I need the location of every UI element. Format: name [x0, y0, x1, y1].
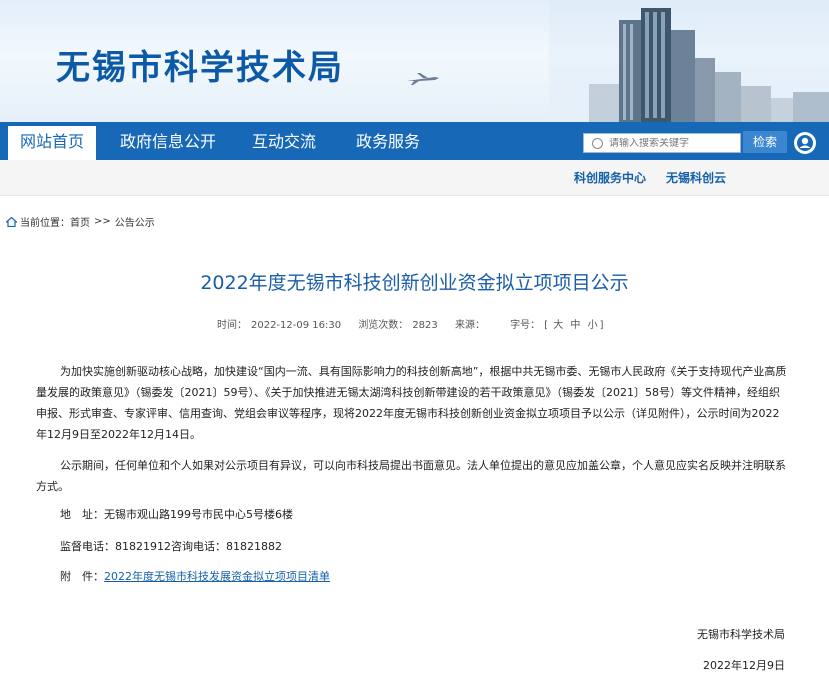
font-size-large[interactable]: 大: [553, 320, 563, 331]
article-paragraph-1: 为加快实施创新驱动核心战略，加快建设“国内一流、具有国际影响力的科技创新高地”，…: [36, 365, 787, 441]
nav-home[interactable]: 网站首页: [8, 123, 96, 163]
breadcrumb-separator: >>: [94, 216, 111, 227]
search-icon: [592, 137, 603, 149]
breadcrumb-prefix: 当前位置：: [20, 218, 70, 229]
header-banner: 无锡市科学技术局: [0, 0, 829, 122]
nav-interaction[interactable]: 互动交流: [236, 124, 332, 162]
sub-nav: 科创服务中心 无锡科创云: [0, 160, 829, 196]
subnav-link-service-center[interactable]: 科创服务中心: [574, 160, 646, 196]
home-icon: [6, 216, 17, 227]
meta-time-label: 时间：: [217, 320, 247, 331]
main-nav: 网站首页 政府信息公开 互动交流 政务服务 检索: [0, 122, 829, 163]
airplane-icon: [407, 73, 439, 85]
nav-gov-info[interactable]: 政府信息公开: [110, 124, 226, 162]
font-size-control: 字号：[ 大 中 小]: [510, 320, 604, 331]
breadcrumb-current[interactable]: 公告公示: [115, 214, 155, 229]
search-box: [583, 133, 741, 153]
attachment-label: 附 件：: [60, 570, 104, 583]
article-meta: 时间： 2022-12-09 16:30 浏览次数： 2823 来源： 字号：[ 大…: [217, 316, 608, 331]
skyline-image: [549, 0, 829, 122]
accessibility-icon[interactable]: [794, 132, 816, 154]
search-input[interactable]: [609, 137, 729, 149]
phone-line: 监督电话：81821912咨询电话：81821882: [60, 540, 282, 553]
subnav-link-innovation-cloud[interactable]: 无锡科创云: [666, 160, 726, 196]
site-title: 无锡市科学技术局: [56, 48, 344, 88]
nav-services[interactable]: 政务服务: [340, 124, 436, 162]
meta-views-value: 2823: [412, 320, 438, 331]
address-line: 地 址：无锡市观山路199号市民中心5号楼6楼: [60, 506, 293, 522]
signature-date: 2022年12月9日: [703, 659, 785, 672]
address-label: 地 址：: [60, 508, 104, 521]
attachment-line: 附 件：2022年度无锡市科技发展资金拟立项项目清单: [60, 568, 330, 584]
search-button[interactable]: 检索: [743, 131, 787, 153]
meta-views-label: 浏览次数：: [358, 320, 409, 331]
article-title: 2022年度无锡市科技创新创业资金拟立项项目公示: [200, 272, 629, 294]
font-size-small[interactable]: 小: [588, 320, 598, 331]
signature-org: 无锡市科学技术局: [697, 628, 785, 641]
meta-fontsize-label: 字号：: [510, 320, 541, 331]
article-paragraph-2: 公示期间，任何单位和个人如果对公示项目有异议，可以向市科技局提出书面意见。法人单…: [36, 459, 786, 493]
breadcrumb: 当前位置： 首页 >> 公告公示: [6, 214, 155, 229]
attachment-link[interactable]: 2022年度无锡市科技发展资金拟立项项目清单: [104, 570, 330, 583]
address-value: 无锡市观山路199号市民中心5号楼6楼: [104, 508, 293, 521]
breadcrumb-home-link[interactable]: 首页: [70, 214, 90, 229]
meta-time-value: 2022-12-09 16:30: [251, 320, 342, 331]
font-size-medium[interactable]: 中: [570, 320, 580, 331]
meta-source-label: 来源：: [454, 320, 485, 331]
